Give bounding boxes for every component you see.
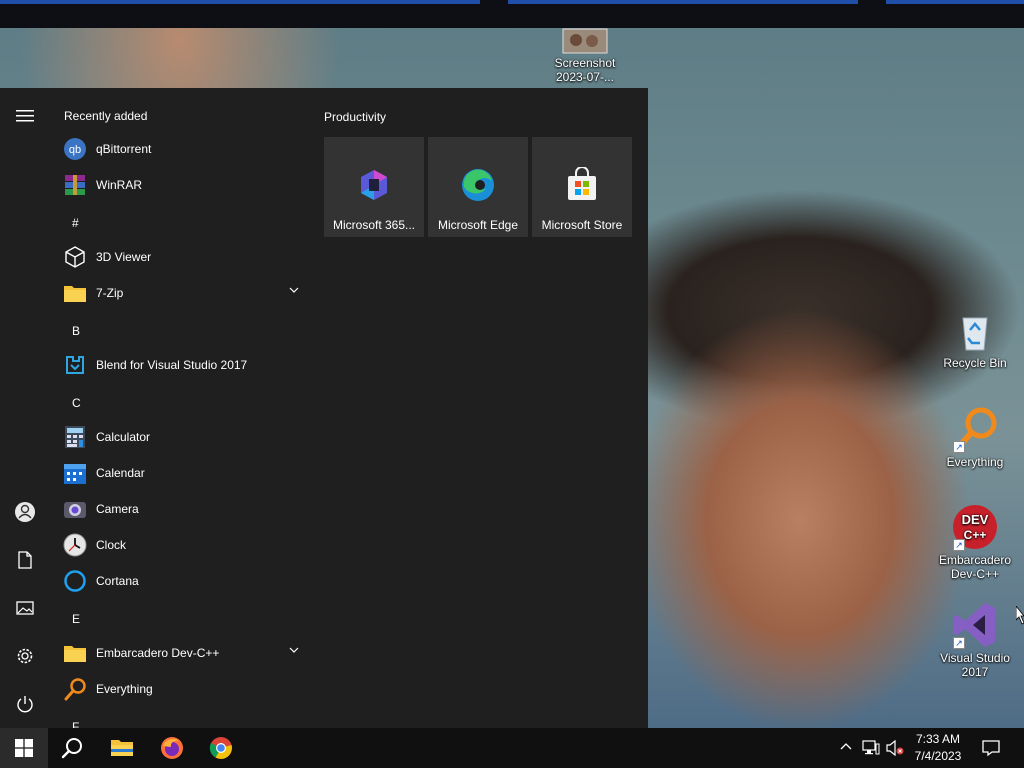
image-file-icon — [562, 28, 608, 54]
start-menu-rail — [0, 88, 50, 728]
everything-icon: ↗ — [951, 405, 999, 453]
desktop-icon-label: Embarcadero Dev-C++ — [938, 553, 1012, 581]
qbittorrent-icon: qb — [62, 136, 88, 162]
desktop-icon-label: Visual Studio 2017 — [940, 651, 1010, 679]
blend-icon — [62, 352, 88, 378]
chevron-up-icon[interactable] — [840, 742, 852, 750]
clock-time: 7:33 AM — [915, 732, 961, 746]
desktop-icon-visual-studio[interactable]: ↗ Visual Studio 2017 — [935, 601, 1015, 679]
settings-button[interactable] — [0, 634, 50, 678]
desktop-icon-label: Screenshot 2023-07-... — [554, 56, 616, 84]
devcpp-icon: DEV C++ ↗ — [951, 503, 999, 551]
app-item-calculator[interactable]: Calculator — [62, 419, 307, 455]
camera-icon — [62, 496, 88, 522]
app-item-blend[interactable]: Blend for Visual Studio 2017 — [62, 347, 307, 383]
app-item-calendar[interactable]: Calendar — [62, 455, 307, 491]
app-item-camera[interactable]: Camera — [62, 491, 307, 527]
letter-header-e[interactable]: E — [72, 601, 102, 637]
tile-group-title[interactable]: Productivity — [324, 110, 386, 124]
desktop-icon-recycle-bin[interactable]: Recycle Bin — [935, 306, 1015, 370]
microsoft-365-icon — [356, 167, 392, 203]
desktop-icon-label: Recycle Bin — [943, 356, 1007, 370]
desktop-icon-label: Everything — [946, 455, 1004, 469]
expand-menu-button[interactable] — [0, 94, 50, 138]
edge-icon — [460, 167, 496, 203]
file-explorer-icon — [111, 740, 133, 756]
tile-microsoft-edge[interactable]: Microsoft Edge — [428, 137, 528, 237]
search-button[interactable] — [48, 728, 96, 768]
documents-icon — [18, 551, 32, 569]
pictures-icon — [16, 601, 34, 615]
folder-icon — [62, 640, 88, 666]
user-icon — [15, 502, 35, 522]
app-item-7zip[interactable]: 7-Zip — [62, 275, 307, 311]
shortcut-arrow-icon: ↗ — [953, 539, 965, 551]
start-button[interactable] — [0, 728, 48, 768]
app-item-cortana[interactable]: Cortana — [62, 563, 307, 599]
tile-label: Microsoft 365... — [332, 218, 416, 232]
app-list[interactable]: Recently added qb qBittorrent WinRAR # 3… — [50, 88, 310, 728]
calculator-icon — [62, 424, 88, 450]
desktop-icon-everything[interactable]: ↗ Everything — [935, 405, 1015, 469]
app-item-winrar[interactable]: WinRAR — [62, 167, 307, 203]
cortana-icon — [62, 568, 88, 594]
chrome-icon — [209, 737, 232, 759]
tile-label: Microsoft Edge — [437, 218, 519, 232]
store-icon — [564, 166, 600, 203]
tile-label: Microsoft Store — [541, 218, 623, 232]
shortcut-arrow-icon: ↗ — [953, 441, 965, 453]
tile-microsoft-store[interactable]: Microsoft Store — [532, 137, 632, 237]
everything-icon — [62, 676, 88, 702]
recently-added-label: Recently added — [64, 109, 148, 123]
pictures-button[interactable] — [0, 586, 50, 630]
desktop-icon-devcpp[interactable]: DEV C++ ↗ Embarcadero Dev-C++ — [935, 503, 1015, 581]
firefox-icon — [161, 737, 183, 759]
desktop-icon-screenshot[interactable]: Screenshot 2023-07-... — [545, 28, 625, 84]
clock-date: 7/4/2023 — [914, 749, 962, 763]
svg-text:DEV: DEV — [962, 512, 989, 527]
winrar-icon — [62, 172, 88, 198]
network-icon[interactable] — [862, 740, 880, 756]
firefox-button[interactable] — [148, 728, 196, 768]
letter-header-hash[interactable]: # — [72, 205, 102, 241]
taskbar-clock[interactable]: 7:33 AM 7/4/2023 — [910, 731, 966, 765]
app-item-everything[interactable]: Everything — [62, 671, 307, 707]
mouse-cursor-icon — [1016, 606, 1024, 625]
action-center-icon — [982, 740, 1000, 757]
svg-text:qb: qb — [69, 144, 81, 156]
window-top-strip — [0, 0, 1024, 28]
start-menu: Recently added qb qBittorrent WinRAR # 3… — [0, 88, 648, 728]
recycle-bin-icon — [951, 306, 999, 354]
file-explorer-button[interactable] — [98, 728, 146, 768]
letter-header-f[interactable]: F — [72, 709, 102, 728]
visual-studio-icon: ↗ — [951, 601, 999, 649]
chrome-button[interactable] — [197, 728, 245, 768]
action-center-button[interactable] — [968, 728, 1014, 768]
chevron-down-icon[interactable] — [289, 287, 299, 293]
settings-icon — [17, 648, 33, 664]
taskbar: 7:33 AM 7/4/2023 — [0, 728, 1024, 768]
app-item-embarcadero-devcpp[interactable]: Embarcadero Dev-C++ — [62, 635, 307, 671]
letter-header-b[interactable]: B — [72, 313, 102, 349]
app-item-clock[interactable]: Clock — [62, 527, 307, 563]
3d-cube-icon — [62, 244, 88, 270]
search-icon — [61, 738, 82, 759]
letter-header-c[interactable]: C — [72, 385, 102, 421]
documents-button[interactable] — [0, 538, 50, 582]
folder-icon — [62, 280, 88, 306]
account-button[interactable] — [0, 490, 50, 534]
clock-icon — [62, 532, 88, 558]
calendar-icon — [62, 460, 88, 486]
app-item-qbittorrent[interactable]: qb qBittorrent — [62, 131, 307, 167]
power-button[interactable] — [0, 682, 50, 726]
hamburger-menu-icon — [16, 110, 34, 122]
app-item-3d-viewer[interactable]: 3D Viewer — [62, 239, 307, 275]
shortcut-arrow-icon: ↗ — [953, 637, 965, 649]
chevron-down-icon[interactable] — [289, 647, 299, 653]
power-icon — [17, 696, 33, 713]
volume-muted-icon[interactable] — [886, 740, 904, 756]
windows-logo-icon — [15, 739, 33, 757]
svg-text:C++: C++ — [964, 528, 987, 542]
tile-microsoft-365[interactable]: Microsoft 365... — [324, 137, 424, 237]
